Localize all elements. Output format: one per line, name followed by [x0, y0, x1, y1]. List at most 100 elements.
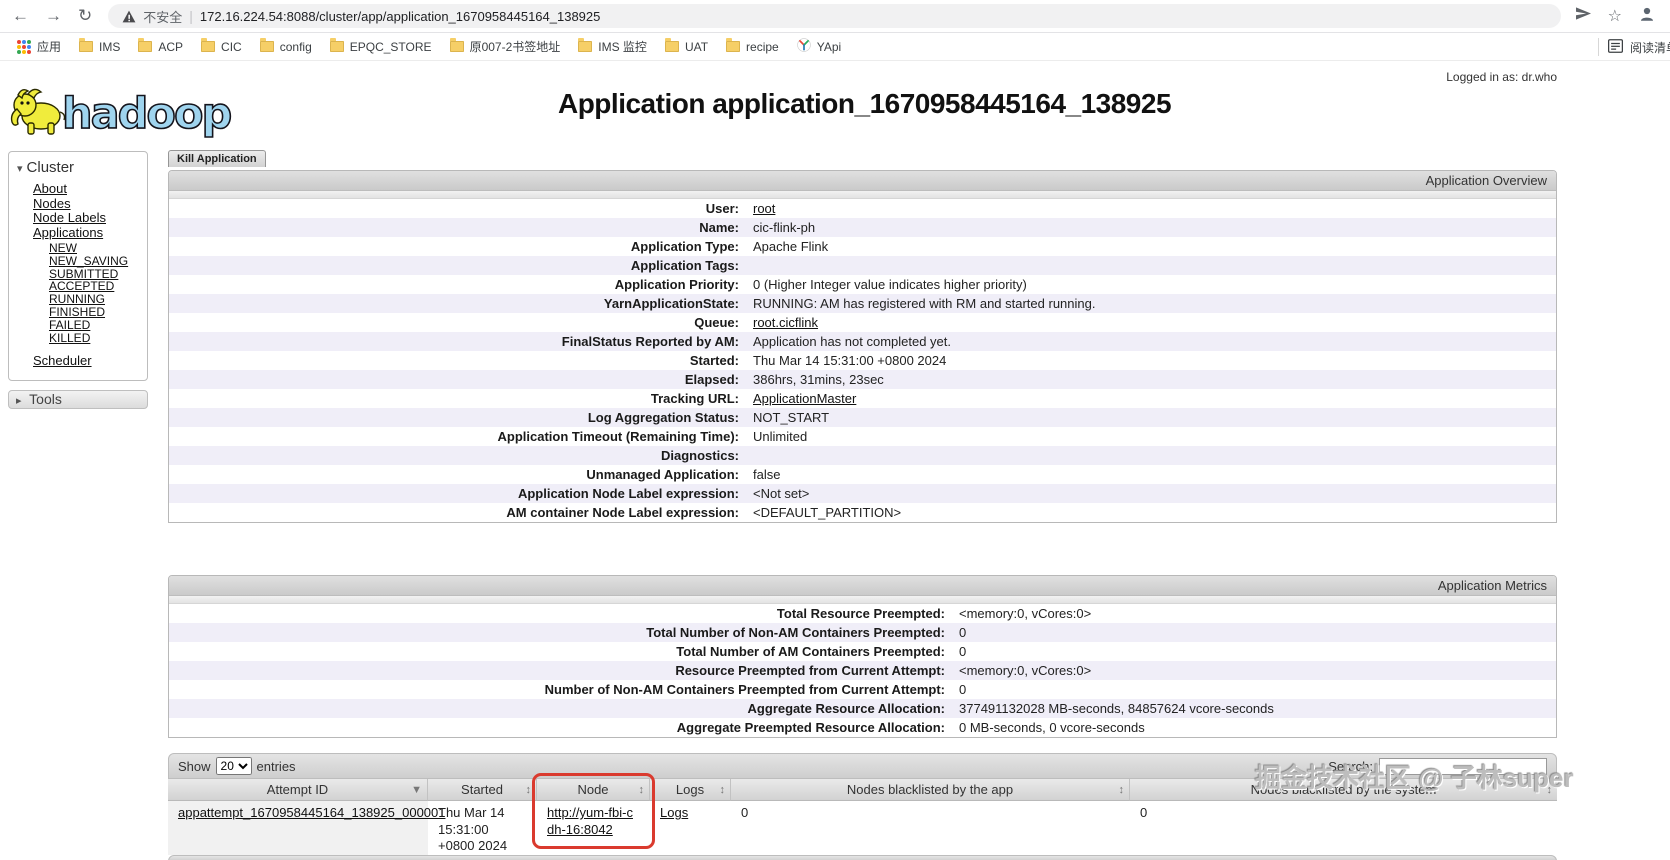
entries-label: entries — [256, 758, 296, 774]
field-label: Total Resource Preempted: — [776, 606, 945, 621]
reading-list-label: 阅读清单 — [1630, 40, 1670, 55]
apps-menu[interactable]: 应用 — [8, 33, 70, 60]
field-value: 0 — [959, 644, 967, 659]
field-label: User: — [705, 201, 739, 216]
field-value: cic-flink-ph — [753, 220, 816, 235]
field-label: Queue: — [694, 315, 739, 330]
field-label: Tracking URL: — [650, 391, 739, 406]
metrics-row: Total Number of Non-AM Containers Preemp… — [169, 623, 1556, 642]
field-label: Application Node Label expression: — [517, 486, 739, 501]
metrics-row: Total Resource Preempted: <memory:0, vCor… — [169, 604, 1556, 623]
profile-avatar-icon[interactable] — [1638, 5, 1656, 28]
reload-icon[interactable]: ↻ — [78, 6, 92, 26]
url-text: 172.16.224.54:8088/cluster/app/applicati… — [199, 8, 601, 24]
application-metrics-panel: Application Metrics Total Resource Preem… — [168, 575, 1557, 738]
attempt-id-link[interactable]: appattempt_1670958445164_138925_000001 — [178, 805, 445, 820]
metrics-row: Total Number of AM Containers Preempted:… — [169, 642, 1556, 661]
address-bar[interactable]: 不安全 | 172.16.224.54:8088/cluster/app/app… — [108, 4, 1561, 28]
field-value: <memory:0, vCores:0> — [959, 663, 1092, 678]
bookmark-folder[interactable]: config — [251, 33, 321, 60]
sort-desc-icon: ▼ — [411, 784, 422, 796]
column-header-logs[interactable]: Logs ↕ — [650, 779, 731, 801]
overview-row: AM container Node Label expression: <DEFA… — [169, 503, 1556, 522]
field-value: Unlimited — [753, 429, 808, 444]
cluster-section-header[interactable]: ▾ Cluster — [9, 157, 147, 182]
field-label: Application Tags: — [630, 258, 739, 273]
column-header-blacklisted-app[interactable]: Nodes blacklisted by the app ↕ — [731, 779, 1130, 801]
sidebar-item-scheduler[interactable]: Scheduler — [33, 353, 92, 368]
bookmark-folder[interactable]: CIC — [192, 33, 251, 60]
column-header-started[interactable]: Started ↕ — [428, 779, 537, 801]
overview-row: Application Type: Apache Flink — [169, 237, 1556, 256]
logs-link[interactable]: Logs — [660, 805, 688, 820]
send-icon[interactable] — [1575, 6, 1592, 26]
field-label: Application Type: — [630, 239, 739, 254]
folder-icon — [726, 38, 741, 52]
queue-link[interactable]: root.cicflink — [753, 315, 818, 330]
tools-section-header[interactable]: ▸ Tools — [8, 390, 148, 410]
forward-icon[interactable]: → — [45, 6, 62, 26]
metrics-panel-title: Application Metrics — [169, 576, 1556, 596]
bookmark-folder[interactable]: recipe — [717, 33, 788, 60]
tracking-url-link[interactable]: ApplicationMaster — [753, 391, 856, 406]
bookmark-folder[interactable]: 原007-2书签地址 — [441, 33, 570, 60]
column-header-node[interactable]: Node ↕ — [537, 779, 650, 801]
field-value: <DEFAULT_PARTITION> — [753, 505, 902, 520]
field-label: AM container Node Label expression: — [506, 505, 739, 520]
bookmark-folder[interactable]: ACP — [129, 33, 192, 60]
bookmark-folder[interactable]: IMS — [70, 33, 129, 60]
overview-row: Application Priority: 0 (Higher Integer v… — [169, 275, 1556, 294]
cluster-nav-box: ▾ Cluster About Nodes Node Labels Applica… — [8, 151, 148, 382]
node-link[interactable]: http://yum-fbi-cdh-16:8042 — [547, 805, 633, 837]
field-label: Resource Preempted from Current Attempt: — [675, 663, 945, 678]
sidebar-item-nodes[interactable]: Nodes — [33, 196, 71, 211]
yapi-icon — [797, 38, 811, 55]
page-size-select[interactable]: 20 — [215, 757, 252, 775]
bookmarks-divider — [1598, 38, 1599, 56]
field-value: 0 — [959, 625, 967, 640]
field-value: 0 (Higher Integer value indicates higher… — [753, 277, 1027, 292]
bookmark-folder[interactable]: IMS 监控 — [569, 33, 656, 60]
bookmark-label: IMS 监控 — [598, 40, 647, 54]
reading-list[interactable]: 阅读清单 — [1608, 33, 1670, 61]
apps-grid-icon — [17, 39, 31, 54]
bookmark-label: 原007-2书签地址 — [469, 40, 561, 54]
overview-row: YarnApplicationState: RUNNING: AM has reg… — [169, 294, 1556, 313]
overview-row: User: root — [169, 199, 1556, 218]
overview-row: Name: cic-flink-ph — [169, 218, 1556, 237]
field-label: Elapsed: — [684, 372, 739, 387]
back-icon[interactable]: ← — [12, 6, 29, 26]
sidebar-item-node-labels[interactable]: Node Labels — [33, 210, 106, 225]
field-value: Apache Flink — [753, 239, 829, 254]
watermark: 掘金技术社区 @ 子林super — [1255, 763, 1574, 793]
overview-panel-title: Application Overview — [169, 171, 1556, 191]
field-value: 377491132028 MB-seconds, 84857624 vcore-… — [959, 701, 1274, 716]
user-link[interactable]: root — [753, 201, 775, 216]
field-label: YarnApplicationState: — [603, 296, 739, 311]
sidebar-item-applications[interactable]: Applications — [33, 225, 103, 240]
bookmark-folder[interactable]: UAT — [656, 33, 717, 60]
sort-icon: ↕ — [638, 784, 645, 796]
field-label: Unmanaged Application: — [586, 467, 739, 482]
field-label: Aggregate Resource Allocation: — [747, 701, 945, 716]
field-value: RUNNING: AM has registered with RM and s… — [753, 296, 1096, 311]
sidebar-item-about[interactable]: About — [33, 181, 67, 196]
started-cell: Thu Mar 14 15:31:00 +0800 2024 — [438, 805, 508, 853]
apps-label: 应用 — [37, 40, 62, 54]
field-label: Total Number of Non-AM Containers Preemp… — [646, 625, 945, 640]
not-secure-warning-icon — [122, 10, 136, 23]
sidebar-state-killed[interactable]: KILLED — [49, 331, 90, 345]
bookmark-star-icon[interactable]: ☆ — [1608, 6, 1622, 26]
field-label: Aggregate Preempted Resource Allocation: — [676, 720, 945, 735]
logged-in-as: Logged in as: dr.who — [1446, 70, 1557, 84]
field-label: Diagnostics: — [660, 448, 739, 463]
bookmark-label: UAT — [684, 39, 709, 54]
blacklisted-by-system-cell: 0 — [1140, 805, 1148, 820]
application-overview-panel: Application Overview User: root Name: cic-… — [168, 170, 1557, 523]
kill-application-button[interactable]: Kill Application — [168, 150, 266, 167]
bookmark-folder[interactable]: EPQC_STORE — [321, 33, 441, 60]
field-label: Application Priority: — [614, 277, 739, 292]
bookmark-yapi[interactable]: YApi — [788, 33, 850, 60]
chevron-right-icon: ▸ — [16, 395, 22, 408]
column-header-attempt-id[interactable]: Attempt ID ▼ — [168, 779, 428, 801]
